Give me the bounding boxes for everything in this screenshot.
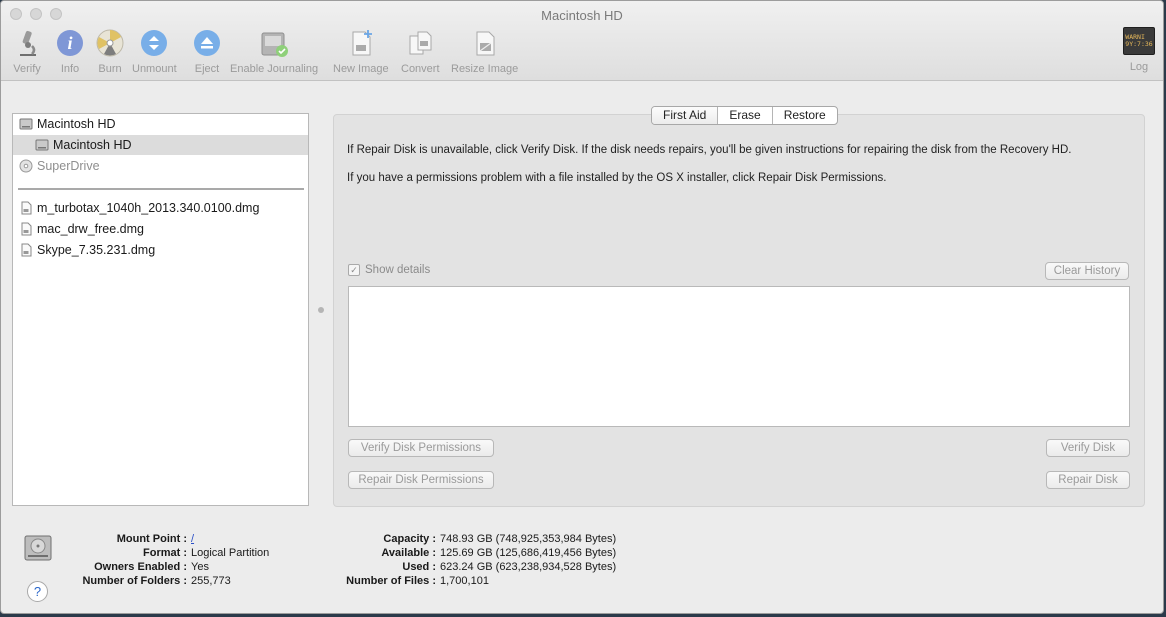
eject-button[interactable]: Eject (191, 27, 223, 77)
eject-icon (191, 27, 223, 59)
convert-icon (404, 27, 436, 59)
journaling-disk-icon (258, 27, 290, 59)
info-available: Available : 125.69 GB (125,686,419,456 B… (381, 547, 617, 559)
disk-image-icon (19, 222, 33, 236)
log-button[interactable]: WARNI 9Y:7:36 Log (1123, 27, 1155, 77)
unmount-icon (138, 27, 170, 59)
verify-button[interactable]: Verify (11, 27, 43, 77)
repair-disk-permissions-button[interactable]: Repair Disk Permissions (348, 471, 494, 489)
new-image-button[interactable]: New Image (333, 27, 389, 77)
sidebar-item-macintosh-hd-drive[interactable]: Macintosh HD (13, 114, 308, 134)
info-icon: i (54, 27, 86, 59)
show-details-checkbox[interactable]: ✓ Show details (348, 264, 430, 276)
info-used: Used : 623.24 GB (623,238,934,528 Bytes) (402, 561, 617, 573)
clear-history-button[interactable]: Clear History (1045, 262, 1129, 280)
repair-disk-button[interactable]: Repair Disk (1046, 471, 1130, 489)
resize-image-icon (469, 27, 501, 59)
verify-disk-permissions-button[interactable]: Verify Disk Permissions (348, 439, 494, 457)
info-button[interactable]: i Info (54, 27, 86, 77)
enable-journaling-button[interactable]: Enable Journaling (230, 27, 318, 77)
window-title: Macintosh HD (541, 8, 623, 23)
first-aid-log[interactable] (348, 286, 1130, 427)
info-number-of-files: Number of Files : 1,700,101 (346, 575, 489, 587)
checkmark-icon: ✓ (348, 264, 360, 276)
hard-drive-icon (19, 117, 33, 131)
split-view-handle[interactable] (318, 307, 324, 313)
tab-bar: First Aid Erase Restore (651, 106, 838, 125)
verify-disk-button[interactable]: Verify Disk (1046, 439, 1130, 457)
permissions-instructions: If you have a permissions problem with a… (347, 172, 887, 184)
sidebar-item-macintosh-hd-volume[interactable]: Macintosh HD (13, 135, 308, 155)
first-aid-instructions: If Repair Disk is unavailable, click Ver… (347, 144, 1072, 156)
sidebar-item-disk-image[interactable]: Skype_7.35.231.dmg (13, 240, 308, 260)
sidebar-divider (18, 188, 304, 190)
disk-utility-window: Macintosh HD Verify i Info Burn Unmount … (0, 0, 1164, 614)
sidebar-item-superdrive[interactable]: SuperDrive (13, 156, 308, 176)
hard-drive-icon (35, 138, 49, 152)
sidebar-item-disk-image[interactable]: mac_drw_free.dmg (13, 219, 308, 239)
unmount-button[interactable]: Unmount (132, 27, 177, 77)
disk-image-icon (19, 243, 33, 257)
sidebar-item-disk-image[interactable]: m_turbotax_1040h_2013.340.0100.dmg (13, 198, 308, 218)
disk-list-sidebar[interactable]: Macintosh HD Macintosh HD SuperDrive m_t… (12, 113, 309, 506)
info-capacity: Capacity : 748.93 GB (748,925,353,984 By… (383, 533, 617, 545)
toolbar: Macintosh HD Verify i Info Burn Unmount … (1, 1, 1163, 81)
svg-text:i: i (67, 33, 72, 53)
burn-button[interactable]: Burn (94, 27, 126, 77)
resize-image-button[interactable]: Resize Image (451, 27, 518, 77)
disk-image-icon (19, 201, 33, 215)
tab-restore[interactable]: Restore (773, 107, 837, 124)
tab-first-aid[interactable]: First Aid (652, 107, 719, 124)
log-console-icon: WARNI 9Y:7:36 (1123, 27, 1155, 55)
new-image-icon (345, 27, 377, 59)
convert-button[interactable]: Convert (401, 27, 440, 77)
tab-erase[interactable]: Erase (718, 107, 773, 124)
microscope-icon (11, 27, 43, 59)
burn-icon (94, 27, 126, 59)
optical-drive-icon (19, 159, 33, 173)
